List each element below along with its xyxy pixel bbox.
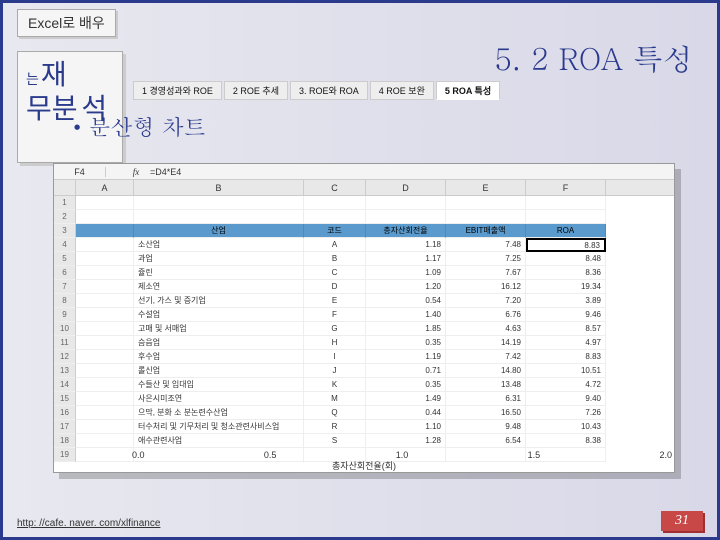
row-head[interactable]: 10: [54, 322, 76, 336]
book-title-label: Excel로 배우: [17, 9, 116, 37]
table-header-row: 3산업코드총자산회전율EBIT매출액ROA: [54, 224, 674, 238]
table-row: 15사은시미조연M1.496.319.40: [54, 392, 674, 406]
side-text-2: 무분: [26, 92, 78, 126]
row-head[interactable]: 17: [54, 420, 76, 434]
side-label-box: 는 재 무분 석: [17, 51, 123, 163]
row-head[interactable]: 7: [54, 280, 76, 294]
tab-1[interactable]: 1 경영성과와 ROE: [133, 81, 222, 100]
table-row: 8선기, 가스 및 증기업E0.547.203.89: [54, 294, 674, 308]
row-head[interactable]: 8: [54, 294, 76, 308]
row-head[interactable]: 18: [54, 434, 76, 448]
footer-link[interactable]: http: //cafe. naver. com/xlfinance: [17, 518, 160, 529]
row-head[interactable]: 13: [54, 364, 76, 378]
name-box[interactable]: F4: [54, 167, 106, 177]
tab-3[interactable]: 3. ROE와 ROA: [290, 81, 368, 100]
col-B[interactable]: B: [134, 180, 304, 195]
table-row: 18애수관련사업S1.286.548.38: [54, 434, 674, 448]
tab-5[interactable]: 5 ROA 특성: [436, 81, 500, 100]
table-row: 7제소연D1.2016.1219.34: [54, 280, 674, 294]
table-row: 4소산업A1.187.488.83: [54, 238, 674, 252]
row-head[interactable]: 3: [54, 224, 76, 238]
col-A[interactable]: A: [76, 180, 134, 195]
col-D[interactable]: D: [366, 180, 446, 195]
row-head[interactable]: 12: [54, 350, 76, 364]
fx-icon[interactable]: fx: [128, 167, 144, 177]
table-row: 16으막, 분화 소 분논련수산업Q0.4416.507.26: [54, 406, 674, 420]
formula-input[interactable]: =D4*E4: [144, 167, 674, 177]
table-row: 12후수업I1.197.428.83: [54, 350, 674, 364]
row-head[interactable]: 14: [54, 378, 76, 392]
table-row: 10고매 및 서매업G1.854.638.57: [54, 322, 674, 336]
page-number: 31: [661, 511, 703, 531]
row-head[interactable]: 15: [54, 392, 76, 406]
select-all-corner[interactable]: [54, 180, 76, 195]
bullet-title: • 분산형 차트: [73, 111, 206, 142]
table-row: 13롤신업J0.7114.8010.51: [54, 364, 674, 378]
col-E[interactable]: E: [446, 180, 526, 195]
row-head[interactable]: 9: [54, 308, 76, 322]
tab-4[interactable]: 4 ROE 보완: [370, 81, 434, 100]
table-row: 11슴읍업H0.3514.194.97: [54, 336, 674, 350]
table-row: 17터수처리 및 기무처리 및 청소관련사비스업R1.109.4810.43: [54, 420, 674, 434]
page-title: 5. 2 ROA 특성: [494, 37, 693, 79]
table-row: 14수들산 및 입대입K0.3513.484.72: [54, 378, 674, 392]
row-head[interactable]: 5: [54, 252, 76, 266]
table-row: 1: [54, 196, 674, 210]
selected-cell[interactable]: 8.83: [526, 238, 606, 252]
chart-x-label: 총자산회전율(회): [54, 459, 674, 472]
row-head[interactable]: 2: [54, 210, 76, 224]
column-headers: A B C D E F: [54, 180, 674, 196]
side-text-1b: 재: [41, 58, 67, 92]
excel-screenshot: F4 fx =D4*E4 A B C D E F 1 2 3산업코드총자산회전율…: [53, 163, 675, 473]
row-head[interactable]: 6: [54, 266, 76, 280]
row-head[interactable]: 11: [54, 336, 76, 350]
formula-bar: F4 fx =D4*E4: [54, 164, 674, 180]
row-head[interactable]: 1: [54, 196, 76, 210]
table-row: 2: [54, 210, 674, 224]
grid-rows: 1 2 3산업코드총자산회전율EBIT매출액ROA 4소산업A1.187.488…: [54, 196, 674, 462]
col-F[interactable]: F: [526, 180, 606, 195]
side-text-1a: 는: [26, 71, 39, 88]
table-row: 5과업B1.177.258.48: [54, 252, 674, 266]
row-head[interactable]: 16: [54, 406, 76, 420]
table-row: 6쥴린C1.097.678.36: [54, 266, 674, 280]
tab-2[interactable]: 2 ROE 추세: [224, 81, 288, 100]
col-C[interactable]: C: [304, 180, 366, 195]
table-row: 9수설업F1.406.769.46: [54, 308, 674, 322]
tabs: 1 경영성과와 ROE 2 ROE 추세 3. ROE와 ROA 4 ROE 보…: [133, 81, 500, 100]
slide: Excel로 배우 는 재 무분 석 5. 2 ROA 특성 1 경영성과와 R…: [0, 0, 720, 540]
row-head[interactable]: 4: [54, 238, 76, 252]
